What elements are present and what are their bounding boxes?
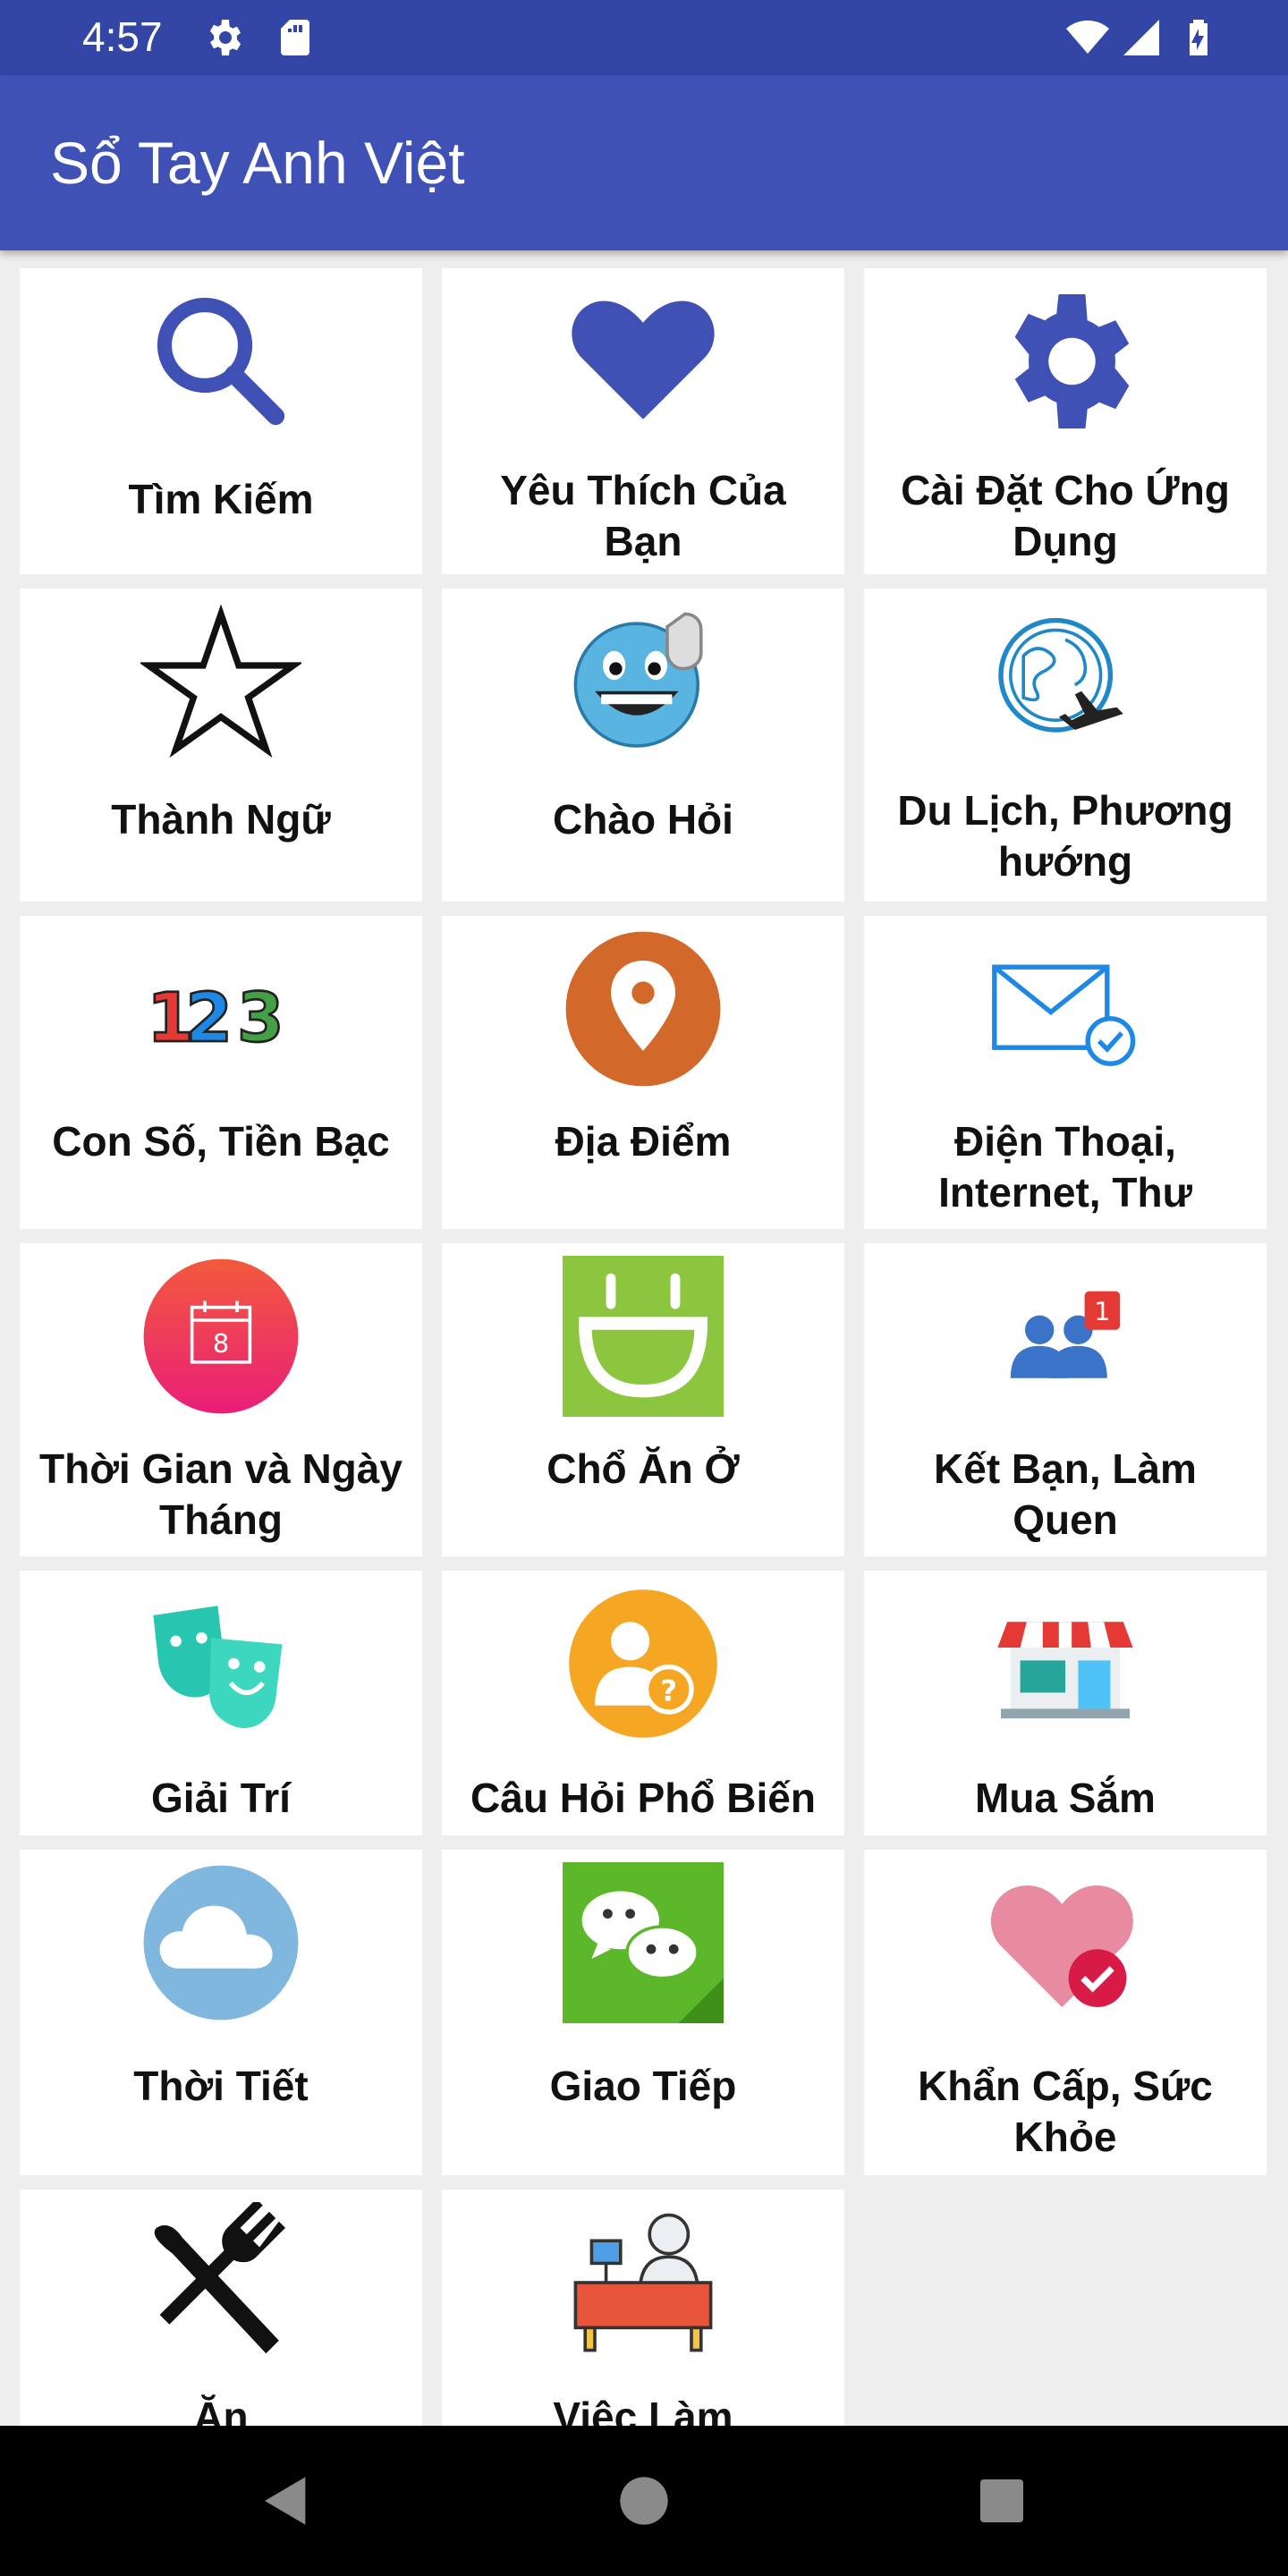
tile-label: Mua Sắm [975,1775,1156,1821]
tile-making-friends[interactable]: 1 Kết Bạn, Làm Quen [864,1243,1267,1556]
gear-icon [1014,294,1130,428]
tile-favorites[interactable]: Yêu Thích Của Bạn [442,268,844,574]
friends-notification-icon: 1 [1010,1291,1121,1378]
tile-label: Ăn [193,2394,249,2426]
tile-label: Chổ Ăn Ở [547,1445,740,1492]
fork-knife-icon [154,2202,285,2354]
desk-worker-icon [573,2213,713,2352]
globe-plane-icon [998,617,1123,733]
tile-accommodation[interactable]: Chổ Ăn Ở [442,1243,844,1556]
tile-places[interactable]: Địa Điểm [442,916,844,1229]
home-button[interactable] [615,2472,673,2529]
wifi-icon [1066,20,1109,54]
tile-food[interactable]: Ăn [20,2190,422,2426]
tile-label: Con Số, Tiền Bạc [52,1118,390,1165]
numbers-123-icon: 1 2 3 [146,978,285,1059]
tile-shopping[interactable]: Mua Sắm [864,1571,1267,1835]
tile-label: Điện Thoại, Internet, Thư [938,1118,1192,1216]
tile-emergency-health[interactable]: Khẩn Cấp, Sức Khỏe [864,1850,1267,2175]
tile-label: Yêu Thích Của Bạn [500,467,786,564]
tile-weather[interactable]: Thời Tiết [20,1850,422,2175]
sd-card-icon [281,20,309,55]
tile-label: Tìm Kiếm [128,476,314,522]
tile-greetings[interactable]: Chào Hỏi [442,589,844,902]
tile-label: Thời Tiết [133,2063,309,2109]
tile-entertainment[interactable]: Giải Trí [20,1571,422,1835]
tile-travel[interactable]: Du Lịch, Phương hướng [864,589,1267,902]
svg-text:?: ? [660,1674,677,1707]
friends-badge: 1 [1094,1296,1110,1326]
chat-bubbles-icon [563,1862,724,2023]
tile-work[interactable]: Việc Làm [442,2190,844,2426]
tile-communication[interactable]: Giao Tiếp [442,1850,844,2175]
tile-label: Du Lịch, Phương hướng [897,787,1233,885]
smile-square-icon [563,1256,724,1417]
tile-label: Địa Điểm [555,1118,732,1165]
settings-icon [209,20,242,55]
tile-label: Kết Bạn, Làm Quen [934,1445,1197,1543]
tile-search[interactable]: Tìm Kiếm [20,268,422,574]
tile-label: Thành Ngữ [111,796,331,843]
tile-label: Thời Gian và Ngày Tháng [39,1445,402,1543]
search-icon [157,297,285,426]
waving-smiley-icon [573,612,703,748]
star-icon [140,604,301,758]
app-bar: Sổ Tay Anh Việt [0,75,1288,250]
status-time: 4:57 [82,13,163,60]
tile-numbers-money[interactable]: 1 2 3 Con Số, Tiền Bạc [20,916,422,1229]
navigation-bar [0,2426,1288,2576]
app-title: Sổ Tay Anh Việt [50,130,465,196]
back-button[interactable] [258,2472,315,2529]
tile-label: Việc Làm [553,2394,733,2426]
theater-masks-icon [153,1606,283,1729]
battery-charging-icon [1190,20,1208,55]
svg-text:2: 2 [185,979,233,1057]
shop-icon [997,1622,1133,1719]
calendar-icon: 8 [143,1258,299,1414]
svg-text:3: 3 [237,979,284,1057]
tile-common-questions[interactable]: ? Câu Hỏi Phổ Biến [442,1571,844,1835]
calendar-day: 8 [213,1328,229,1359]
user-question-icon: ? [569,1589,717,1738]
location-pin-icon [565,931,721,1087]
tile-phone-internet[interactable]: Điện Thoại, Internet, Thư [864,916,1267,1229]
heart-check-icon [990,1885,1133,2007]
tile-label: Giao Tiếp [549,2063,737,2109]
cloud-icon [143,1865,299,2021]
heart-icon [572,301,715,419]
category-grid: Tìm Kiếm Yêu Thích Của Bạn Cài Đặt Cho Ứ… [0,250,1288,2426]
tile-label: Giải Trí [151,1775,291,1821]
signal-icon [1123,20,1159,55]
tile-idioms[interactable]: Thành Ngữ [20,589,422,902]
tile-label: Câu Hỏi Phổ Biến [470,1775,816,1821]
tile-label: Chào Hỏi [553,796,733,843]
tile-label: Cài Đặt Cho Ứng Dụng [901,467,1230,564]
status-bar: 4:57 [0,0,1288,75]
tile-settings[interactable]: Cài Đặt Cho Ứng Dụng [864,268,1267,574]
mail-check-icon [992,964,1136,1066]
tile-label: Khẩn Cấp, Sức Khỏe [918,2063,1213,2160]
recents-button[interactable] [973,2472,1030,2529]
tile-time-date[interactable]: 8 Thời Gian và Ngày Tháng [20,1243,422,1556]
